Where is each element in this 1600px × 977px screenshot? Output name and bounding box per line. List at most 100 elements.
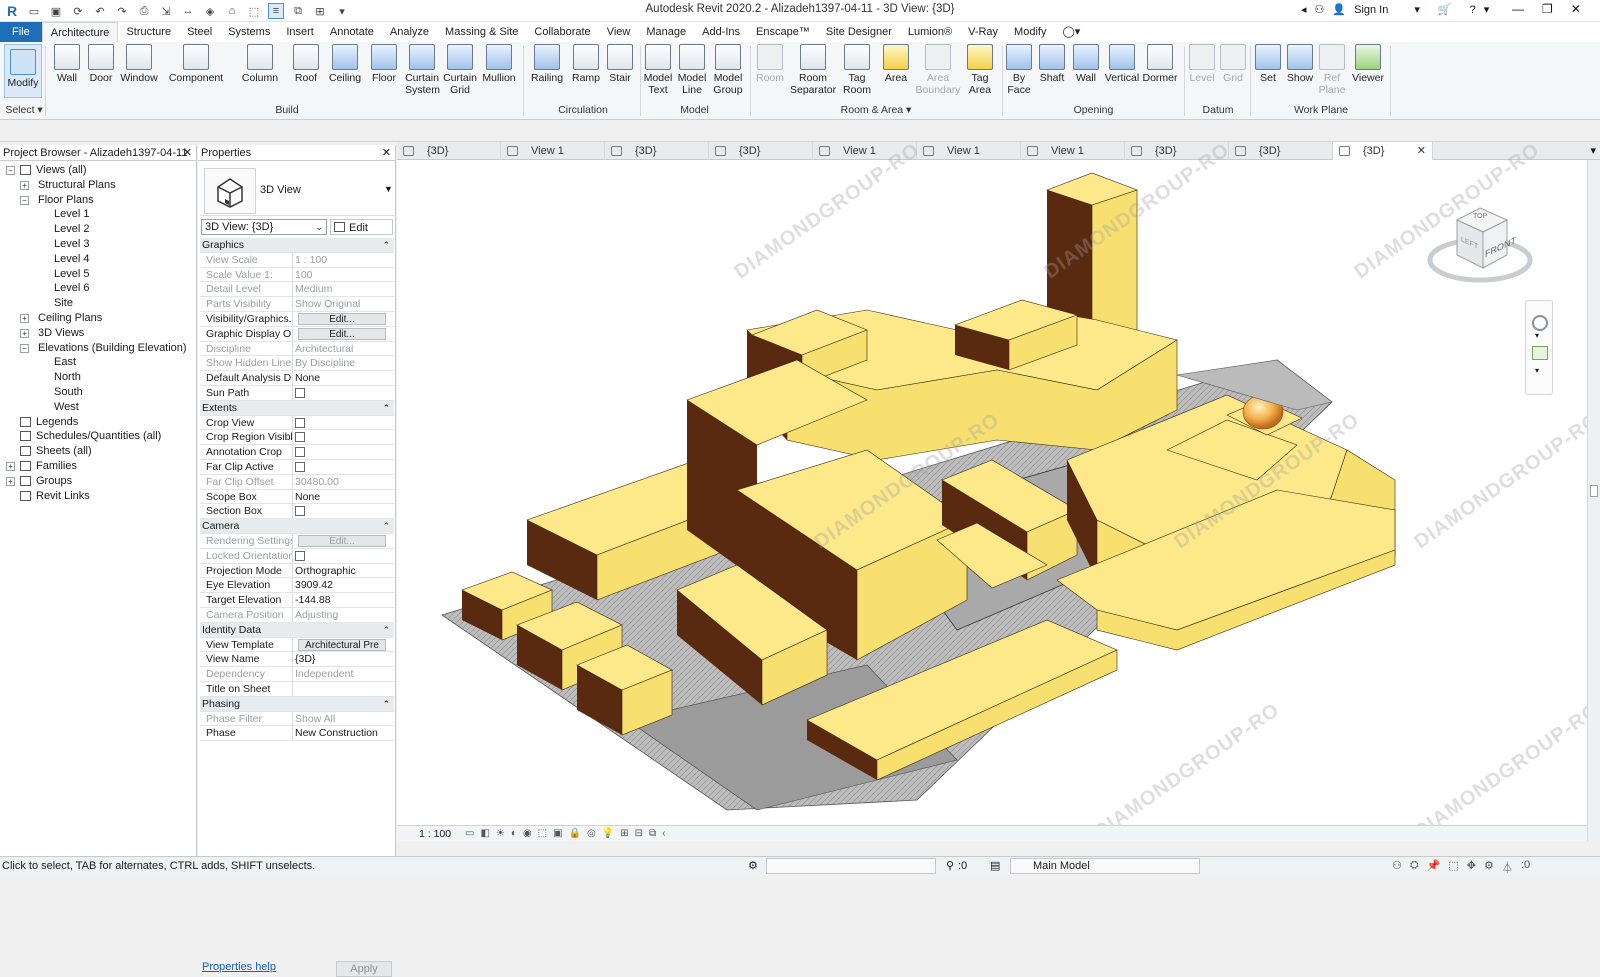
tree-item[interactable]: Level 3 bbox=[0, 237, 196, 252]
minimize-icon[interactable]: — bbox=[1512, 2, 1524, 16]
tree-item[interactable]: − Views (all) bbox=[0, 163, 196, 178]
tree-item[interactable]: + Ceiling Plans bbox=[0, 311, 196, 326]
property-value[interactable]: Orthographic bbox=[292, 563, 394, 578]
ceiling-button[interactable]: Ceiling bbox=[327, 44, 363, 84]
view-tab[interactable]: {3D} bbox=[397, 142, 501, 160]
edit-type-button[interactable]: Edit Type bbox=[330, 219, 393, 250]
3d-view-canvas[interactable]: DIAMONDGROUP-RO DIAMONDGROUP-RO DIAMONDG… bbox=[397, 139, 1600, 843]
ribbon-tab-analyze[interactable]: Analyze bbox=[382, 22, 437, 42]
property-value[interactable]: Show All bbox=[292, 711, 394, 726]
close-icon[interactable]: ✕ bbox=[1571, 2, 1581, 16]
stair-button[interactable]: Stair bbox=[605, 44, 635, 84]
ribbon-tab-insert[interactable]: Insert bbox=[278, 22, 322, 42]
select-underlay-icon[interactable]: ⛭ bbox=[1410, 859, 1419, 875]
property-checkbox[interactable] bbox=[295, 417, 305, 428]
scrollbar-thumb[interactable] bbox=[1590, 485, 1598, 497]
property-edit-button[interactable]: Edit... bbox=[298, 327, 386, 340]
ribbon-tab-site-designer[interactable]: Site Designer bbox=[818, 22, 900, 42]
view-tab[interactable]: {3D} bbox=[709, 142, 813, 160]
view-tab[interactable]: View 1 bbox=[917, 142, 1021, 160]
modify-button[interactable]: Modify bbox=[4, 44, 42, 98]
curtain-grid-button[interactable]: Curtain Grid bbox=[443, 44, 477, 96]
expand-icon[interactable]: + bbox=[6, 476, 15, 486]
ramp-button[interactable]: Ramp bbox=[570, 44, 602, 84]
area-boundary-button[interactable]: Area Boundary bbox=[915, 44, 961, 96]
view-tab[interactable]: View 1 bbox=[1021, 142, 1125, 160]
tree-item[interactable]: West bbox=[0, 400, 196, 415]
help-icon[interactable]: ? bbox=[1470, 4, 1476, 16]
property-section-header[interactable]: Camera ⌃ bbox=[200, 519, 394, 534]
visual-style-icon[interactable]: ◧ bbox=[480, 828, 489, 839]
ribbon-tab-annotate[interactable]: Annotate bbox=[322, 22, 382, 42]
room-button[interactable]: Room bbox=[754, 44, 786, 84]
sun-path-icon[interactable]: ☀ bbox=[496, 828, 505, 839]
chevron-down-icon[interactable]: ▾ bbox=[1414, 3, 1420, 16]
view-tab[interactable]: {3D} bbox=[1229, 142, 1333, 160]
ribbon-tab-massing-site[interactable]: Massing & Site bbox=[437, 22, 526, 42]
close-tab-icon[interactable]: ✕ bbox=[1417, 142, 1426, 160]
cart-icon[interactable]: 🛒 bbox=[1438, 3, 1452, 16]
reveal-hidden-icon[interactable]: 💡 bbox=[602, 828, 614, 839]
property-section-header[interactable]: Graphics ⌃ bbox=[200, 238, 394, 253]
property-checkbox[interactable] bbox=[295, 387, 305, 398]
ribbon-tab-v-ray[interactable]: V-Ray bbox=[960, 22, 1006, 42]
mullion-button[interactable]: Mullion bbox=[481, 44, 517, 84]
tree-item[interactable]: + Structural Plans bbox=[0, 178, 196, 193]
tree-item[interactable]: Level 4 bbox=[0, 252, 196, 267]
tag-area-button[interactable]: Tag Area bbox=[964, 44, 996, 96]
property-value[interactable]: Show Original bbox=[292, 297, 394, 312]
help-dropdown-icon[interactable]: ▾ bbox=[1484, 3, 1490, 16]
tree-item[interactable]: Schedules/Quantities (all) bbox=[0, 429, 196, 444]
design-options-icon[interactable]: ▤ bbox=[990, 859, 1000, 872]
expand-icon[interactable]: + bbox=[6, 461, 15, 471]
curtain-system-button[interactable]: Curtain System bbox=[405, 44, 440, 96]
property-checkbox[interactable] bbox=[295, 550, 305, 561]
drag-elements-icon[interactable]: ✥ bbox=[1467, 859, 1476, 875]
ribbon-overflow-icon[interactable]: ◯▾ bbox=[1054, 22, 1088, 42]
collapse-icon[interactable]: ⌃ bbox=[382, 238, 390, 253]
select-by-face-icon[interactable]: ⬚ bbox=[1448, 859, 1458, 875]
model-group-button[interactable]: Model Group bbox=[711, 44, 745, 96]
expand-icon[interactable]: + bbox=[20, 180, 29, 190]
ribbon-tab-collaborate[interactable]: Collaborate bbox=[526, 22, 598, 42]
collapse-icon[interactable]: ⌃ bbox=[382, 519, 390, 534]
ribbon-tab-enscape[interactable]: Enscape™ bbox=[748, 22, 818, 42]
tree-item[interactable]: + Groups bbox=[0, 474, 196, 489]
ribbon-tab-steel[interactable]: Steel bbox=[179, 22, 220, 42]
tree-item[interactable]: Level 6 bbox=[0, 281, 196, 296]
tree-item[interactable]: Revit Links bbox=[0, 489, 196, 504]
property-section-header[interactable]: Phasing ⌃ bbox=[200, 696, 394, 712]
room-separator-button[interactable]: Room Separator bbox=[790, 44, 836, 96]
property-checkbox[interactable] bbox=[295, 447, 305, 458]
chevron-down-icon[interactable]: ▾ bbox=[1535, 366, 1539, 375]
tree-item[interactable]: − Elevations (Building Elevation) bbox=[0, 341, 196, 356]
tree-item[interactable]: Legends bbox=[0, 415, 196, 430]
type-selector[interactable]: 3D View ▼ bbox=[200, 162, 394, 216]
property-value[interactable]: -144.88 bbox=[292, 593, 394, 608]
vertical-opening-button[interactable]: Vertical bbox=[1104, 44, 1140, 84]
tag-room-button[interactable]: Tag Room bbox=[840, 44, 874, 96]
shaft-button[interactable]: Shaft bbox=[1036, 44, 1068, 84]
tree-item[interactable]: East bbox=[0, 355, 196, 370]
apply-button[interactable]: Apply bbox=[336, 961, 392, 977]
property-value[interactable]: 100 bbox=[292, 267, 394, 282]
expand-icon[interactable]: + bbox=[20, 328, 29, 338]
tree-item[interactable]: Site bbox=[0, 296, 196, 311]
close-icon[interactable]: ✕ bbox=[183, 145, 192, 161]
by-face-button[interactable]: By Face bbox=[1006, 44, 1032, 96]
area-button[interactable]: Area bbox=[881, 44, 911, 84]
shadows-icon[interactable]: ◐ bbox=[511, 828, 517, 839]
ribbon-tab-lumion[interactable]: Lumion® bbox=[900, 22, 960, 42]
temporary-view-properties-icon[interactable]: ⊞ bbox=[620, 828, 628, 839]
restore-icon[interactable]: ❐ bbox=[1542, 2, 1553, 16]
property-value[interactable]: Architectural bbox=[292, 341, 394, 356]
ribbon-tab-manage[interactable]: Manage bbox=[638, 22, 694, 42]
search-icon[interactable]: ◂ bbox=[1301, 3, 1307, 16]
viewer-button[interactable]: Viewer bbox=[1350, 44, 1386, 84]
component-button[interactable]: Component bbox=[166, 44, 226, 84]
view-tab[interactable]: {3D} ✕ bbox=[1333, 142, 1433, 160]
ref-plane-button[interactable]: Ref Plane bbox=[1318, 44, 1346, 96]
reveal-constraints-icon[interactable]: ‹ bbox=[662, 828, 665, 839]
vertical-scrollbar[interactable] bbox=[1587, 160, 1600, 841]
design-option-dropdown[interactable]: Main Model bbox=[1010, 858, 1200, 874]
